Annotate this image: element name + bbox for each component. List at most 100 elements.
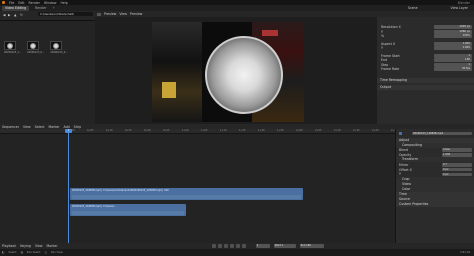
ruler-tick-label: 2+10 (334, 129, 341, 132)
back-arrow-icon[interactable]: ◀ (3, 13, 5, 17)
menu-render[interactable]: Render (29, 1, 40, 5)
ruler-tick-label: 0+10 (106, 129, 113, 132)
ruler-tick-label: 2+20 (372, 129, 379, 132)
aspect-y-field[interactable]: 1.000 (434, 46, 472, 51)
menu-window[interactable]: Window (44, 1, 57, 5)
strip-label: 20200123_118838.mp4 | C:\Users\Lin\Video… (72, 189, 169, 192)
menu-view[interactable]: View (23, 125, 31, 129)
blender-logo-icon[interactable] (2, 1, 5, 4)
view-menu[interactable]: View (35, 244, 43, 248)
playback-controls (211, 244, 246, 248)
menu-add[interactable]: Add (64, 125, 70, 129)
time-ruler[interactable]: 0+000+050+100+150+200+251+001+051+101+15… (0, 129, 417, 134)
video-thumbnail (27, 41, 40, 50)
frame-start-field[interactable]: 1 (434, 53, 472, 58)
strip-sidebar: 20200123_118838.mp4 Adjust Compositing B… (395, 129, 474, 243)
status-bar: ◧ Select ◨ Box Select ◫ Pan View 2.81.16 (0, 249, 474, 256)
mouse-drag-icon: ◨ (20, 251, 23, 254)
menu-view[interactable]: View (119, 12, 127, 16)
movie-strip[interactable]: 20200123_118838.mp4 | C:\Users\... (70, 204, 186, 216)
forward-arrow-icon[interactable]: ▶ (8, 13, 10, 17)
view-mode-selector[interactable]: Preview (104, 12, 116, 16)
frame-rate-field[interactable]: 30 fps (434, 67, 472, 72)
refresh-icon[interactable]: ↻ (20, 13, 23, 17)
resolution-x-field[interactable]: 1920 px (434, 25, 472, 30)
play-icon[interactable] (229, 244, 234, 248)
strip-name-field[interactable]: 20200123_118838.mp4 (412, 131, 472, 136)
keying-menu[interactable]: Keying (20, 244, 31, 248)
editor-type-icon[interactable] (97, 12, 101, 16)
ruler-tick-label: 1+20 (258, 129, 265, 132)
aspect-x-field[interactable]: 1.000 (434, 41, 472, 46)
playback-menu[interactable]: Playback (2, 244, 16, 248)
resolution-y-field[interactable]: 1080 px (434, 29, 472, 34)
video-thumbnail (4, 41, 16, 50)
view-layer-selector[interactable]: View Layer (451, 6, 468, 10)
mouse-middle-icon: ◫ (44, 251, 48, 254)
jump-start-icon[interactable] (211, 244, 216, 248)
section-custom-properties[interactable]: Custom Properties (396, 201, 474, 207)
next-keyframe-icon[interactable] (235, 244, 240, 248)
status-box-select: Box Select (26, 251, 41, 254)
mouse-left-icon: ◧ (2, 251, 5, 254)
gear-object-image (205, 36, 283, 114)
scene-selector[interactable]: Scene (408, 6, 418, 10)
opacity-field[interactable]: 1.000 (442, 153, 472, 157)
file-item[interactable]: 20200123_0... (27, 41, 44, 54)
ruler-tick-label: 1+25 (277, 129, 284, 132)
menu-sequencer[interactable]: Sequencer (2, 125, 19, 129)
app-title: Blender (457, 0, 470, 5)
menu-help[interactable]: Help (60, 1, 67, 5)
section-output[interactable]: Output (377, 84, 474, 90)
current-frame-field[interactable]: 1 (255, 244, 270, 248)
marker-menu[interactable]: Marker (47, 244, 58, 248)
ruler-tick-label: 0+15 (125, 129, 132, 132)
file-name: 20200123_0... (50, 51, 68, 54)
status-pan-view: Pan View (51, 251, 63, 254)
ruler-tick-label: 2+00 (296, 129, 303, 132)
tab-render[interactable]: Render (32, 6, 49, 11)
current-frame-indicator[interactable]: 1 (65, 129, 72, 133)
file-item[interactable]: 20200123_1... (4, 41, 21, 54)
file-name: 20200123_1... (4, 51, 22, 54)
end-frame-field[interactable]: End 160 (299, 244, 324, 248)
file-name: 20200123_0... (27, 51, 45, 54)
status-select: Select (8, 251, 17, 254)
menu-strip[interactable]: Strip (74, 125, 82, 129)
frame-end-field[interactable]: 160 (434, 58, 472, 63)
ruler-tick-label: 1+00 (182, 129, 189, 132)
offset-x-field[interactable]: 0 px (442, 167, 472, 172)
movie-strip-icon (399, 131, 402, 135)
start-frame-field[interactable]: Start 1 (273, 244, 296, 248)
ruler-tick-label: 1+10 (220, 129, 227, 132)
resolution-percent-field[interactable]: 100% (434, 34, 472, 39)
offset-y-field[interactable]: 0 px (442, 172, 472, 177)
menu-marker[interactable]: Marker (48, 125, 59, 129)
mirror-toggle[interactable]: X Y (442, 162, 472, 167)
menu-select[interactable]: Select (35, 125, 45, 129)
file-browser: 20200123_1... 20200123_0... 20200123_0..… (0, 21, 95, 124)
strip-label: 20200123_118838.mp4 | C:\Users\... (72, 205, 117, 208)
blend-mode-select[interactable]: Cross (442, 148, 472, 152)
file-path-field[interactable]: C:\Users\Lin\Video\Inhalt\ (38, 12, 93, 16)
sequencer-timeline[interactable] (0, 129, 395, 243)
menu-file[interactable]: File (9, 1, 14, 5)
movie-strip[interactable]: 20200123_118838.mp4 | C:\Users\Lin\Video… (70, 188, 303, 200)
playhead[interactable] (68, 129, 69, 243)
tab-video-editing[interactable]: Video Editing (2, 5, 30, 11)
parent-folder-icon[interactable]: ▲ (14, 13, 16, 17)
ruler-tick-label: 2+05 (315, 129, 322, 132)
ruler-tick-label: 0+20 (144, 129, 151, 132)
prev-keyframe-icon[interactable] (217, 244, 222, 248)
add-workspace-icon[interactable]: + (52, 6, 55, 10)
menu-preview[interactable]: Preview (130, 12, 142, 16)
file-item[interactable]: 20200123_0... (50, 41, 68, 54)
menu-edit[interactable]: Edit (18, 1, 24, 5)
play-reverse-icon[interactable] (223, 244, 228, 248)
jump-end-icon[interactable] (241, 244, 246, 248)
ruler-tick-label: 0+25 (163, 129, 170, 132)
frame-step-field[interactable]: 1 (434, 62, 472, 67)
ruler-tick-label: 2+15 (353, 129, 360, 132)
version-label: 2.81.16 (460, 251, 470, 254)
video-thumbnail (50, 41, 63, 50)
